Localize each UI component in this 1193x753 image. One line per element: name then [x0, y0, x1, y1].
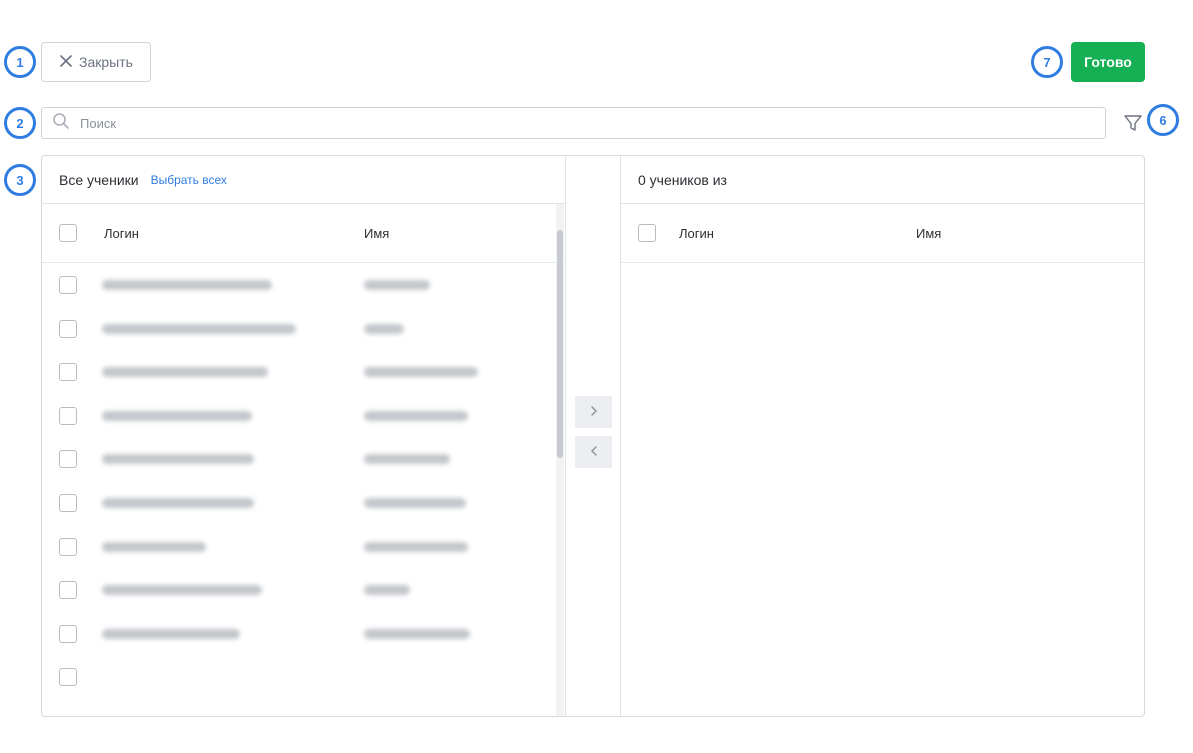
row-checkbox[interactable] [59, 668, 77, 687]
table-row[interactable] [42, 395, 558, 439]
student-login-redacted [102, 323, 296, 334]
annotation-badge-7: 7 [1031, 46, 1063, 78]
chevron-left-icon [589, 444, 599, 460]
student-list-scrollbar[interactable] [556, 204, 564, 716]
table-row[interactable] [42, 308, 558, 352]
row-checkbox[interactable] [59, 363, 77, 382]
move-right-button[interactable] [575, 396, 612, 428]
selected-students-title: 0 учеников из [638, 171, 727, 188]
search-icon [52, 112, 70, 135]
table-row[interactable] [42, 351, 558, 395]
transfer-controls [566, 156, 621, 716]
annotation-badge-1: 1 [4, 46, 36, 78]
table-row[interactable] [42, 569, 558, 613]
student-login-redacted [102, 585, 262, 596]
close-button-label: Закрыть [79, 54, 133, 70]
student-name-redacted [364, 541, 468, 552]
right-column-header: Логин Имя [621, 204, 1144, 263]
student-name-redacted [364, 454, 450, 465]
student-transfer-panel: Все ученики Выбрать всех Логин Имя 0 уче… [41, 155, 1145, 717]
table-row[interactable] [42, 482, 558, 526]
selected-students-header: 0 учеников из [621, 156, 1144, 204]
search-placeholder: Поиск [80, 115, 117, 131]
right-name-column: Имя [916, 226, 942, 241]
done-button-label: Готово [1084, 54, 1132, 70]
row-checkbox[interactable] [59, 450, 77, 469]
row-checkbox[interactable] [59, 319, 77, 338]
done-button[interactable]: Готово [1071, 42, 1145, 82]
all-students-header: Все ученики Выбрать всех [42, 156, 565, 204]
student-name-redacted [364, 280, 430, 290]
move-left-button[interactable] [575, 436, 612, 468]
selected-students-pane: 0 учеников из Логин Имя [621, 156, 1144, 716]
student-list [42, 264, 558, 716]
left-column-header: Логин Имя [42, 204, 565, 263]
row-checkbox[interactable] [59, 276, 77, 294]
all-students-title: Все ученики [59, 171, 139, 188]
table-row[interactable] [42, 526, 558, 570]
table-row[interactable] [42, 613, 558, 657]
student-login-redacted [102, 628, 240, 639]
annotation-badge-3: 3 [4, 164, 36, 196]
close-icon [59, 54, 73, 71]
right-login-column: Логин [679, 226, 714, 241]
student-login-redacted [102, 410, 252, 421]
table-row[interactable] [42, 656, 558, 700]
right-select-all-checkbox[interactable] [638, 224, 656, 242]
student-login-redacted [102, 497, 254, 508]
table-row[interactable] [42, 264, 558, 308]
student-name-redacted [364, 497, 466, 508]
filter-icon[interactable] [1122, 112, 1144, 134]
student-name-redacted [364, 410, 468, 421]
student-name-redacted [364, 628, 470, 639]
student-name-redacted [364, 323, 404, 334]
annotation-badge-2: 2 [4, 107, 36, 139]
student-login-redacted [102, 541, 206, 552]
table-row[interactable] [42, 438, 558, 482]
select-all-link[interactable]: Выбрать всех [151, 173, 227, 187]
row-checkbox[interactable] [59, 493, 77, 512]
annotation-badge-6: 6 [1147, 104, 1179, 136]
close-button[interactable]: Закрыть [41, 42, 151, 82]
left-login-column: Логин [104, 226, 139, 241]
student-name-redacted [364, 367, 478, 378]
search-input[interactable]: Поиск [41, 107, 1106, 139]
student-login-redacted [102, 280, 272, 290]
student-login-redacted [102, 367, 268, 378]
chevron-right-icon [589, 404, 599, 420]
row-checkbox[interactable] [59, 406, 77, 425]
scrollbar-thumb[interactable] [557, 230, 563, 458]
left-select-all-checkbox[interactable] [59, 224, 77, 242]
row-checkbox[interactable] [59, 537, 77, 556]
student-name-redacted [364, 585, 410, 596]
student-login-redacted [102, 454, 254, 465]
row-checkbox[interactable] [59, 581, 77, 600]
left-name-column: Имя [364, 226, 390, 241]
all-students-pane: Все ученики Выбрать всех Логин Имя [42, 156, 566, 716]
row-checkbox[interactable] [59, 624, 77, 643]
